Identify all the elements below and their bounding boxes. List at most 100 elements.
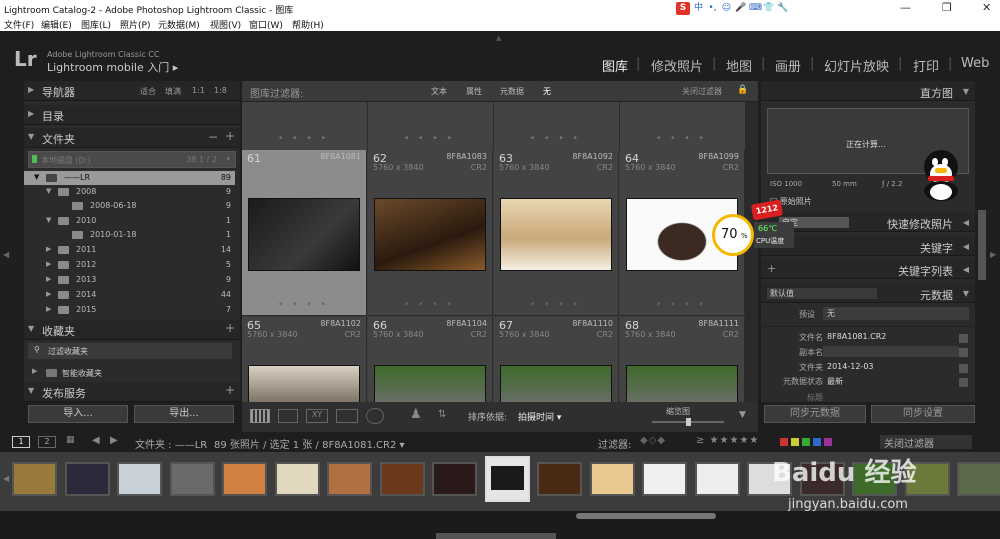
- filter-text-tab[interactable]: 文本: [431, 86, 447, 97]
- module-library[interactable]: 图库: [602, 56, 628, 75]
- disk-menu-icon[interactable]: ▾: [226, 155, 230, 163]
- remove-folder-icon[interactable]: −: [208, 130, 218, 144]
- grid-cell[interactable]: 68 8F8A1111 5760 x 3840 CR2: [620, 317, 745, 402]
- folder-row[interactable]: ▼ 2010 1: [24, 214, 235, 228]
- meta-action-icon[interactable]: [959, 348, 968, 357]
- compare-view-icon[interactable]: XY: [306, 409, 328, 423]
- survey-view-icon[interactable]: [336, 409, 358, 423]
- right-scrollbar[interactable]: [978, 210, 986, 280]
- expand-icon[interactable]: ▶: [46, 290, 51, 298]
- collapse-top-icon[interactable]: ▲: [496, 34, 501, 42]
- filter-none-tab[interactable]: 无: [543, 86, 551, 97]
- secondary-window-button[interactable]: 2: [38, 436, 56, 448]
- cell-thumbnail[interactable]: [374, 365, 486, 402]
- filmstrip-thumb[interactable]: [432, 462, 477, 496]
- collapse-filmstrip-icon[interactable]: ◀: [3, 474, 9, 483]
- export-button[interactable]: 导出...: [134, 405, 234, 423]
- sogou-icon[interactable]: S: [676, 2, 690, 15]
- filter-preset-dropdown[interactable]: 关闭过滤器: [682, 86, 722, 97]
- grid-cell[interactable]: 65 8F8A1102 5760 x 3840 CR2: [242, 317, 367, 402]
- collapse-icon[interactable]: ▼: [34, 173, 39, 181]
- collections-header[interactable]: ▼ 收藏夹 +: [24, 320, 240, 340]
- filter-attribute-tab[interactable]: 属性: [466, 86, 482, 97]
- folder-row[interactable]: ▶ 2013 9: [24, 273, 235, 287]
- add-publish-icon[interactable]: +: [225, 383, 235, 397]
- selection-summary[interactable]: 89 张照片 / 选定 1 张 / 8F8A1081.CR2 ▾: [214, 436, 405, 451]
- module-map[interactable]: 地图: [726, 56, 752, 75]
- folder-row[interactable]: ▼ ——LR 89: [24, 171, 235, 185]
- collapse-right-icon[interactable]: ▶: [990, 250, 996, 259]
- grid-icon[interactable]: ▦: [66, 435, 75, 445]
- filmstrip-thumb[interactable]: [222, 462, 267, 496]
- navigator-header[interactable]: ▶ 导航器 适合 填满 1:1 1:8: [24, 81, 240, 101]
- slider-handle[interactable]: [686, 418, 691, 426]
- color-label-purple[interactable]: [824, 438, 832, 446]
- filmstrip-thumb[interactable]: [169, 462, 215, 496]
- grid-view-icon[interactable]: [250, 409, 270, 423]
- filmstrip-thumb[interactable]: [64, 462, 110, 496]
- ime-mode-icon[interactable]: 中: [693, 3, 704, 14]
- menu-help[interactable]: 帮助(H): [292, 18, 324, 31]
- filmstrip-thumb[interactable]: [327, 462, 372, 496]
- ime-emoji-icon[interactable]: ☺: [721, 3, 732, 14]
- flag-filter-icons[interactable]: ◆◇◆: [640, 435, 666, 446]
- filmstrip-thumb[interactable]: [484, 456, 530, 502]
- import-button[interactable]: 导入...: [28, 405, 128, 423]
- color-label-yellow[interactable]: [791, 438, 799, 446]
- loupe-view-icon[interactable]: [278, 409, 298, 423]
- sort-dropdown[interactable]: 拍摄时间 ▾: [518, 410, 561, 423]
- filmstrip-thumb[interactable]: [537, 462, 582, 496]
- grid-cell[interactable]: 63 8F8A1092 5760 x 3840 CR2 • • • •: [494, 150, 619, 316]
- expand-icon[interactable]: ▶: [32, 367, 37, 375]
- filmstrip-thumb[interactable]: [694, 462, 740, 496]
- meta-action-icon[interactable]: [959, 364, 968, 373]
- disk-bar[interactable]: 本地磁盘 (D:) 38.1 / 2 ▾: [28, 151, 236, 168]
- color-label-green[interactable]: [802, 438, 810, 446]
- rating-filter-stars[interactable]: ≥ ★★★★★: [696, 435, 759, 446]
- add-keyword-icon[interactable]: +: [767, 262, 776, 275]
- cell-thumbnail[interactable]: [500, 365, 612, 402]
- sort-direction-icon[interactable]: ⇅: [438, 409, 446, 420]
- qq-penguin-icon[interactable]: [920, 150, 962, 202]
- cell-thumbnail[interactable]: [374, 198, 486, 271]
- expand-icon[interactable]: ▶: [46, 275, 51, 283]
- zoom-fit[interactable]: 适合: [140, 86, 156, 97]
- cpu-gauge[interactable]: 70 %: [712, 214, 754, 256]
- folder-row[interactable]: ▶ 2015 7: [24, 303, 235, 317]
- module-web[interactable]: Web: [961, 56, 989, 71]
- lock-icon[interactable]: 🔒: [737, 85, 748, 95]
- primary-window-button[interactable]: 1: [12, 436, 30, 448]
- menu-library[interactable]: 图库(L): [81, 18, 111, 31]
- collapse-left-icon[interactable]: ◀: [3, 250, 9, 259]
- toolbar-menu-icon[interactable]: ▼: [739, 410, 746, 420]
- forward-icon[interactable]: ▶: [110, 435, 118, 446]
- menu-metadata[interactable]: 元数据(M): [158, 18, 200, 31]
- grid-cell[interactable]: 62 8F8A1083 5760 x 3840 CR2 • • • •: [368, 150, 493, 316]
- metadata-mode-dropdown[interactable]: 默认值: [767, 288, 877, 299]
- source-path[interactable]: 文件夹 : ——LR: [135, 436, 207, 451]
- menu-file[interactable]: 文件(F): [4, 18, 34, 31]
- metadata-header[interactable]: 默认值 元数据 ▼: [761, 283, 975, 303]
- meta-action-icon[interactable]: [959, 378, 968, 387]
- color-label-blue[interactable]: [813, 438, 821, 446]
- keyword-list-header[interactable]: + 关键字列表 ◀: [761, 259, 975, 279]
- histogram-header[interactable]: 直方图 ▼: [761, 81, 975, 101]
- zoom-1-8[interactable]: 1:8: [214, 86, 227, 95]
- preset-dropdown[interactable]: 无: [823, 307, 969, 320]
- cell-thumbnail[interactable]: [248, 198, 360, 271]
- folder-row[interactable]: ▶ 2011 14: [24, 243, 235, 257]
- minimize-icon[interactable]: —: [900, 1, 911, 14]
- back-icon[interactable]: ◀: [92, 435, 100, 446]
- folders-header[interactable]: ▼ 文件夹 − +: [24, 128, 240, 148]
- color-label-red[interactable]: [780, 438, 788, 446]
- collapse-icon[interactable]: ▼: [46, 187, 51, 195]
- filmstrip-thumb[interactable]: [379, 462, 425, 496]
- ime-voice-icon[interactable]: 🎤: [735, 3, 746, 14]
- menu-window[interactable]: 窗口(W): [249, 18, 283, 31]
- sync-settings-button[interactable]: 同步设置: [871, 405, 975, 423]
- folder-row[interactable]: 2008-06-18 9: [24, 199, 235, 213]
- collection-filter-field[interactable]: ⚲ 过滤收藏夹: [28, 343, 232, 359]
- folder-row[interactable]: ▶ 2012 5: [24, 258, 235, 272]
- cell-thumbnail[interactable]: [626, 365, 738, 402]
- people-view-icon[interactable]: [366, 408, 384, 424]
